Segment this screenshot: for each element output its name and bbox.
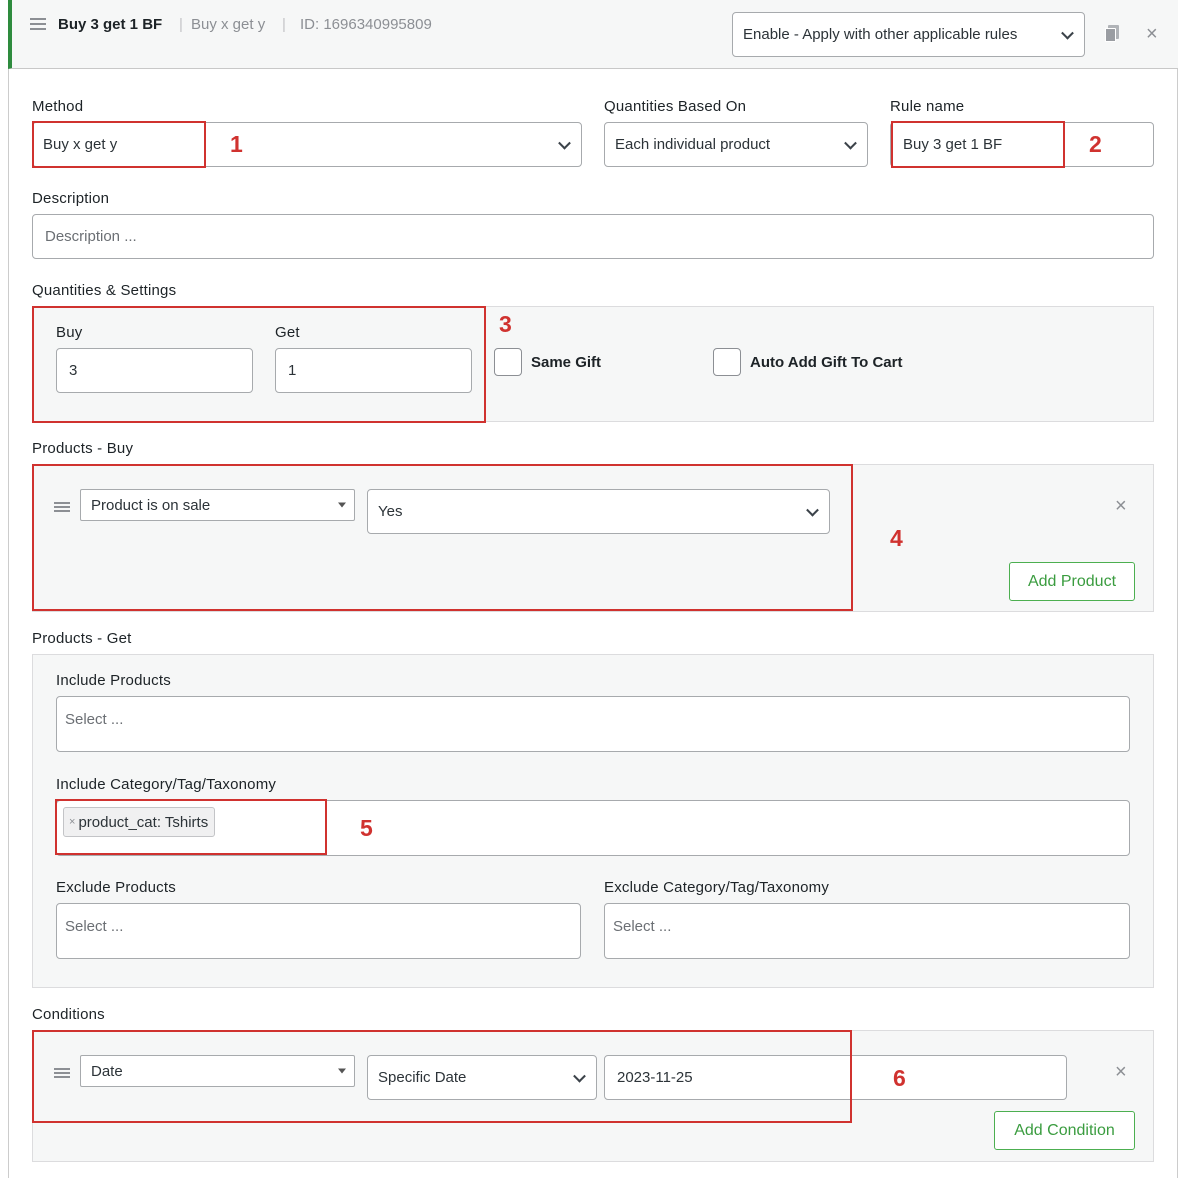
add-product-button[interactable]: Add Product xyxy=(1009,562,1135,601)
rule-mode-select[interactable]: Enable - Apply with other applicable rul… xyxy=(732,12,1085,57)
condition-type-value: Date xyxy=(91,1062,123,1080)
annotation-number-1: 1 xyxy=(230,131,243,157)
products-buy-label: Products - Buy xyxy=(32,440,134,457)
products-buy-panel xyxy=(32,464,1154,612)
quantities-based-on-label: Quantities Based On xyxy=(604,98,747,115)
description-placeholder: Description ... xyxy=(45,228,137,245)
condition-operator-value: Specific Date xyxy=(378,1069,467,1086)
chevron-down-icon xyxy=(806,503,819,517)
close-icon[interactable]: × xyxy=(1146,24,1158,44)
category-tag-label: product_cat: Tshirts xyxy=(78,813,209,831)
chevron-down-icon xyxy=(844,136,857,150)
auto-add-gift-label: Auto Add Gift To Cart xyxy=(750,354,903,371)
chevron-down-icon xyxy=(1061,26,1074,40)
exclude-category-label: Exclude Category/Tag/Taxonomy xyxy=(604,879,830,896)
drag-handle-icon[interactable] xyxy=(54,1068,70,1078)
product-filter-type-select[interactable]: Product is on sale xyxy=(80,489,355,521)
include-products-placeholder: Select ... xyxy=(65,711,124,728)
exclude-products-placeholder: Select ... xyxy=(65,918,124,935)
buy-quantity-value: 3 xyxy=(69,362,78,379)
product-filter-value: Yes xyxy=(378,503,403,520)
product-filter-value-select[interactable]: Yes xyxy=(367,489,830,534)
condition-type-select[interactable]: Date xyxy=(80,1055,355,1087)
exclude-products-select[interactable]: Select ... xyxy=(56,903,581,959)
get-label: Get xyxy=(275,324,300,341)
remove-filter-icon[interactable]: × xyxy=(1115,496,1127,516)
remove-condition-icon[interactable]: × xyxy=(1115,1062,1127,1082)
rule-mode-value: Enable - Apply with other applicable rul… xyxy=(743,26,1018,43)
include-category-select[interactable] xyxy=(56,800,1130,856)
get-quantity-input[interactable]: 1 xyxy=(275,348,472,393)
chevron-down-icon xyxy=(573,1069,586,1083)
category-tag: × product_cat: Tshirts xyxy=(63,807,216,837)
method-select[interactable]: Buy x get y xyxy=(32,122,582,167)
rule-name-label: Rule name xyxy=(890,98,965,115)
separator: | xyxy=(179,16,183,33)
separator: | xyxy=(282,16,286,33)
rule-type: Buy x get y xyxy=(191,16,266,33)
quantities-based-on-value: Each individual product xyxy=(615,136,771,153)
rule-title: Buy 3 get 1 BF xyxy=(58,16,163,33)
exclude-products-label: Exclude Products xyxy=(56,879,176,896)
same-gift-label: Same Gift xyxy=(531,354,602,371)
rule-name-input[interactable]: Buy 3 get 1 BF xyxy=(890,122,1154,167)
quantities-settings-label: Quantities & Settings xyxy=(32,282,177,299)
copy-icon[interactable] xyxy=(1105,25,1119,42)
description-input[interactable]: Description ... xyxy=(32,214,1154,259)
hamburger-icon[interactable] xyxy=(30,18,46,30)
caret-down-icon xyxy=(338,502,346,508)
condition-date-input[interactable]: 2023-11-25 xyxy=(604,1055,1067,1100)
products-get-label: Products - Get xyxy=(32,630,132,647)
conditions-label: Conditions xyxy=(32,1006,105,1023)
buy-label: Buy xyxy=(56,324,83,341)
annotation-number-5: 5 xyxy=(360,815,373,841)
description-label: Description xyxy=(32,190,110,207)
add-condition-button[interactable]: Add Condition xyxy=(994,1111,1135,1150)
method-label: Method xyxy=(32,98,84,115)
rule-name-value: Buy 3 get 1 BF xyxy=(903,136,1003,153)
include-products-label: Include Products xyxy=(56,672,171,689)
quantities-based-on-select[interactable]: Each individual product xyxy=(604,122,868,167)
tag-remove-icon[interactable]: × xyxy=(69,816,75,828)
buy-quantity-input[interactable]: 3 xyxy=(56,348,253,393)
condition-date-value: 2023-11-25 xyxy=(617,1069,693,1086)
condition-operator-select[interactable]: Specific Date xyxy=(367,1055,597,1100)
annotation-number-2: 2 xyxy=(1089,131,1102,157)
annotation-number-4: 4 xyxy=(890,525,903,551)
include-products-select[interactable]: Select ... xyxy=(56,696,1130,752)
chevron-down-icon xyxy=(558,136,571,150)
auto-add-gift-checkbox[interactable] xyxy=(713,348,741,376)
method-value: Buy x get y xyxy=(43,136,118,153)
product-filter-type-value: Product is on sale xyxy=(91,496,211,514)
rule-id: ID: 1696340995809 xyxy=(300,16,432,33)
exclude-category-placeholder: Select ... xyxy=(613,918,672,935)
get-quantity-value: 1 xyxy=(288,362,297,379)
caret-down-icon xyxy=(338,1068,346,1074)
exclude-category-select[interactable]: Select ... xyxy=(604,903,1130,959)
annotation-number-3: 3 xyxy=(499,311,512,337)
same-gift-checkbox[interactable] xyxy=(494,348,522,376)
annotation-number-6: 6 xyxy=(893,1065,906,1091)
include-category-label: Include Category/Tag/Taxonomy xyxy=(56,776,277,793)
drag-handle-icon[interactable] xyxy=(54,502,70,512)
